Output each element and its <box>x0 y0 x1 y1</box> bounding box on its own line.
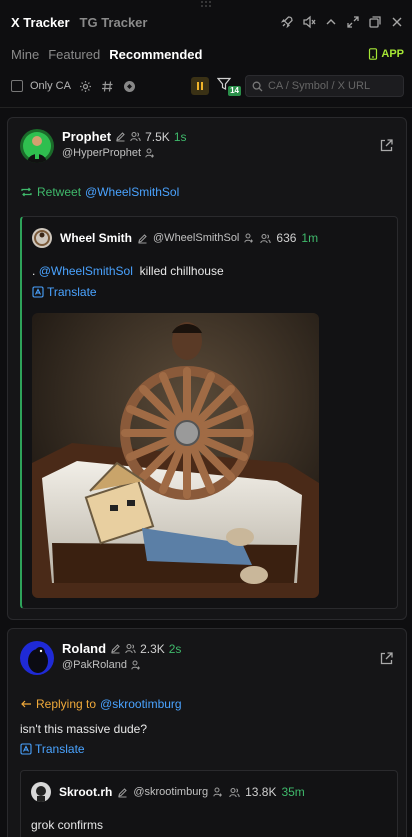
post-time: 1s <box>173 129 187 144</box>
external-link-icon[interactable] <box>379 651 394 666</box>
top-bar: X Tracker TG Tracker <box>0 9 412 35</box>
translate-label: Translate <box>35 742 85 756</box>
retweet-indicator: Retweet @WheelSmithSol <box>20 185 179 199</box>
user-icon[interactable] <box>213 787 224 798</box>
search-input[interactable]: CA / Symbol / X URL <box>244 75 404 97</box>
quoted-tweet[interactable]: Skroot.rh @skrootimburg 13.8K 35m grok c… <box>20 770 398 837</box>
search-icon <box>252 81 268 92</box>
quoted-author-name[interactable]: Skroot.rh <box>59 785 112 799</box>
tweet-text: grok confirms <box>31 818 104 832</box>
tab-tg-tracker[interactable]: TG Tracker <box>80 15 148 30</box>
quoted-tweet[interactable]: Wheel Smith @WheelSmithSol 636 1m . @Whe… <box>20 216 398 609</box>
translate-icon <box>20 743 32 755</box>
tweet-author: Roland 2.3K 2s @PakRoland <box>20 641 181 675</box>
followers-icon <box>130 131 141 142</box>
avatar[interactable] <box>20 129 54 163</box>
tweet-card: Roland 2.3K 2s @PakRoland Replying to @s… <box>7 628 407 837</box>
edit-icon[interactable] <box>137 233 148 244</box>
reply-arrow-icon <box>20 699 32 709</box>
quoted-author-handle[interactable]: @WheelSmithSol <box>153 232 239 244</box>
reply-user[interactable]: @skrootimburg <box>100 697 182 711</box>
user-icon[interactable] <box>131 660 142 671</box>
author-handle[interactable]: @PakRoland <box>62 659 127 671</box>
retweet-label: Retweet <box>37 185 82 199</box>
only-ca-label: Only CA <box>30 80 71 92</box>
external-link-icon[interactable] <box>379 138 394 153</box>
text-body: killed chillhouse <box>139 264 224 278</box>
expand-icon[interactable] <box>346 15 360 29</box>
user-icon[interactable] <box>244 233 255 244</box>
pause-button[interactable] <box>190 77 209 95</box>
settings-icon[interactable] <box>79 80 92 93</box>
mute-icon[interactable] <box>302 15 316 29</box>
reply-label: Replying to <box>36 697 97 711</box>
app-label: APP <box>381 48 404 60</box>
avatar[interactable] <box>31 782 51 802</box>
rocket-icon[interactable] <box>280 15 294 29</box>
follower-count: 7.5K <box>145 129 170 144</box>
tab-recommended[interactable]: Recommended <box>109 47 202 62</box>
follower-count: 2.3K <box>140 641 165 656</box>
hashtag-icon[interactable] <box>101 80 114 93</box>
tweet-text: isn't this massive dude? <box>20 722 148 736</box>
text-prefix: . <box>32 264 36 278</box>
quoted-author-name[interactable]: Wheel Smith <box>60 231 132 245</box>
author-name[interactable]: Prophet <box>62 129 111 144</box>
author-name[interactable]: Roland <box>62 641 106 656</box>
token-icon[interactable] <box>123 80 136 93</box>
retweet-icon <box>20 186 33 198</box>
popout-icon[interactable] <box>368 15 382 29</box>
quoted-author-handle[interactable]: @skrootimburg <box>133 786 208 798</box>
search-placeholder: CA / Symbol / X URL <box>267 80 371 92</box>
post-time: 1m <box>301 231 319 245</box>
tweet-card: Prophet 7.5K 1s @HyperProphet Retweet @W… <box>7 117 407 620</box>
edit-icon[interactable] <box>117 787 128 798</box>
follower-count: 13.8K <box>245 785 277 799</box>
tweet-text: . @WheelSmithSol killed chillhouse <box>32 264 224 278</box>
tab-featured[interactable]: Featured <box>48 47 100 62</box>
chevron-up-icon[interactable] <box>324 15 338 29</box>
followers-icon <box>229 787 240 798</box>
followers-icon <box>125 643 136 654</box>
tab-x-tracker[interactable]: X Tracker <box>11 15 70 30</box>
follower-count: 636 <box>276 231 297 245</box>
followers-icon <box>260 233 272 244</box>
avatar[interactable] <box>20 641 54 675</box>
translate-button[interactable]: Translate <box>32 285 97 299</box>
translate-button[interactable]: Translate <box>20 742 85 756</box>
feed-tabs: Mine Featured Recommended APP <box>0 44 412 64</box>
post-time: 2s <box>168 641 182 656</box>
filter-bar: Only CA 14 CA / Symbol / X URL <box>0 74 412 98</box>
tab-mine[interactable]: Mine <box>11 47 39 62</box>
tweet-image[interactable] <box>32 313 319 598</box>
phone-icon <box>368 48 378 60</box>
divider <box>0 107 412 108</box>
tweet-author: Prophet 7.5K 1s @HyperProphet <box>20 129 187 163</box>
only-ca-checkbox[interactable] <box>11 80 23 92</box>
translate-label: Translate <box>47 285 97 299</box>
reply-indicator: Replying to @skrootimburg <box>20 697 182 711</box>
mention-link[interactable]: @WheelSmithSol <box>39 264 133 278</box>
app-button[interactable]: APP <box>368 48 404 60</box>
post-time: 35m <box>281 785 305 799</box>
translate-icon <box>32 286 44 298</box>
edit-icon[interactable] <box>115 131 126 142</box>
author-handle[interactable]: @HyperProphet <box>62 147 141 159</box>
close-icon[interactable] <box>390 15 404 29</box>
edit-icon[interactable] <box>110 643 121 654</box>
retweet-user[interactable]: @WheelSmithSol <box>85 185 179 199</box>
filter-button[interactable]: 14 <box>216 77 241 96</box>
filter-count-badge: 14 <box>228 86 241 96</box>
user-icon[interactable] <box>145 148 156 159</box>
avatar[interactable] <box>32 228 52 248</box>
drag-handle[interactable] <box>0 0 412 8</box>
